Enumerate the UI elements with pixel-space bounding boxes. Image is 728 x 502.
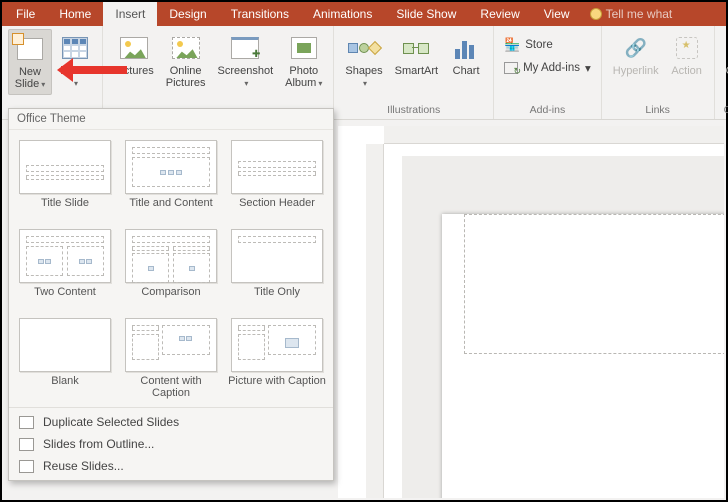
shapes-button[interactable]: Shapes ▾ <box>340 29 387 93</box>
photo-album-button[interactable]: Photo Album▾ <box>280 29 327 93</box>
title-placeholder[interactable]: Click t <box>464 214 724 354</box>
smartart-button[interactable]: SmartArt <box>390 29 443 80</box>
links-group-label: Links <box>645 102 670 119</box>
tell-me[interactable]: Tell me what <box>582 2 681 26</box>
title-text: Click t <box>505 260 724 308</box>
photo-album-label: Photo Album <box>285 65 318 89</box>
new-slide-label: New Slide <box>15 66 41 90</box>
slide-canvas: Click t Click <box>338 126 724 498</box>
tab-animations[interactable]: Animations <box>301 2 384 26</box>
slides-from-outline[interactable]: Slides from Outline... <box>9 433 333 455</box>
outline-label: Slides from Outline... <box>43 437 154 451</box>
layout-two-content[interactable]: Two Content <box>13 225 117 312</box>
hyperlink-button[interactable]: 🔗Hyperlink <box>608 29 664 80</box>
layout-picture-caption[interactable]: Picture with Caption <box>225 314 329 401</box>
tab-insert[interactable]: Insert <box>103 2 157 26</box>
layout-grid: Title Slide Title and Content Section He… <box>9 130 333 407</box>
shapes-icon <box>348 43 380 53</box>
duplicate-slides[interactable]: Duplicate Selected Slides <box>9 411 333 433</box>
bulb-icon <box>590 8 602 20</box>
chevron-down-icon: ▾ <box>318 79 322 88</box>
online-pictures-icon <box>172 37 200 59</box>
reuse-label: Reuse Slides... <box>43 459 124 473</box>
store-label: Store <box>525 39 553 51</box>
online-pictures-label: Online Pictures <box>166 65 206 89</box>
hyperlink-label: Hyperlink <box>613 65 659 77</box>
gallery-title: Office Theme <box>9 109 333 130</box>
online-pictures-button[interactable]: Online Pictures <box>161 29 211 92</box>
chart-button[interactable]: Chart <box>445 29 487 80</box>
addins-group-label: Add-ins <box>530 102 566 119</box>
reuse-slides[interactable]: Reuse Slides... <box>9 455 333 477</box>
annotation-arrow-1 <box>61 66 127 74</box>
tab-design[interactable]: Design <box>157 2 218 26</box>
comments-group-label: Commen <box>724 102 728 119</box>
chevron-down-icon: ▾ <box>363 79 367 88</box>
horizontal-ruler <box>384 126 724 144</box>
smartart-icon <box>403 37 429 59</box>
new-slide-gallery: Office Theme Title Slide Title and Conte… <box>8 108 334 481</box>
action-label: Action <box>671 65 702 77</box>
screenshot-icon <box>231 37 259 59</box>
layout-title-content[interactable]: Title and Content <box>119 136 223 223</box>
chevron-down-icon: ▾ <box>74 79 78 88</box>
addin-icon <box>504 62 518 74</box>
my-addins-label: My Add-ins <box>523 62 580 74</box>
layout-content-caption[interactable]: Content with Caption <box>119 314 223 401</box>
duplicate-label: Duplicate Selected Slides <box>43 415 179 429</box>
pictures-icon <box>120 37 148 59</box>
powerpoint-window: { "tabs": { "file": "File", "home": "Hom… <box>0 0 728 502</box>
illustrations-group-label: Illustrations <box>387 102 440 119</box>
layout-blank[interactable]: Blank <box>13 314 117 401</box>
hyperlink-icon: 🔗 <box>620 32 652 64</box>
action-button[interactable]: Action <box>666 29 708 80</box>
slide-icon <box>17 38 43 60</box>
chevron-down-icon: ▾ <box>244 79 248 88</box>
shapes-label: Shapes <box>345 65 382 77</box>
ribbon-tabs: File Home Insert Design Transitions Anim… <box>2 2 726 26</box>
chart-icon <box>455 37 477 59</box>
subtitle-text[interactable]: Click <box>442 362 724 382</box>
outline-icon <box>19 438 34 451</box>
layout-title-only[interactable]: Title Only <box>225 225 329 312</box>
store-button[interactable]: Store <box>500 35 557 55</box>
screenshot-button[interactable]: Screenshot ▾ <box>213 29 279 93</box>
chevron-down-icon: ▾ <box>585 61 591 75</box>
chart-label: Chart <box>453 65 480 77</box>
tell-me-text: Tell me what <box>606 7 673 21</box>
layout-title-slide[interactable]: Title Slide <box>13 136 117 223</box>
duplicate-icon <box>19 416 34 429</box>
gallery-footer: Duplicate Selected Slides Slides from Ou… <box>9 407 333 480</box>
tab-slideshow[interactable]: Slide Show <box>384 2 468 26</box>
tab-home[interactable]: Home <box>47 2 103 26</box>
vertical-ruler <box>366 144 384 498</box>
layout-section-header[interactable]: Section Header <box>225 136 329 223</box>
tab-file[interactable]: File <box>4 2 47 26</box>
reuse-icon <box>19 460 34 473</box>
comment-button[interactable]: Comme <box>721 29 728 80</box>
store-icon <box>504 37 520 53</box>
slide-pane[interactable]: Click t Click <box>402 156 724 498</box>
screenshot-label: Screenshot <box>218 65 274 77</box>
table-icon <box>62 37 88 59</box>
tab-review[interactable]: Review <box>468 2 531 26</box>
slide[interactable]: Click t Click <box>442 214 724 498</box>
photo-album-icon <box>291 37 317 59</box>
smartart-label: SmartArt <box>395 65 438 77</box>
layout-comparison[interactable]: Comparison <box>119 225 223 312</box>
action-icon <box>676 37 698 59</box>
my-addins-button[interactable]: My Add-ins ▾ <box>500 59 595 77</box>
tab-view[interactable]: View <box>532 2 582 26</box>
tab-transitions[interactable]: Transitions <box>219 2 301 26</box>
